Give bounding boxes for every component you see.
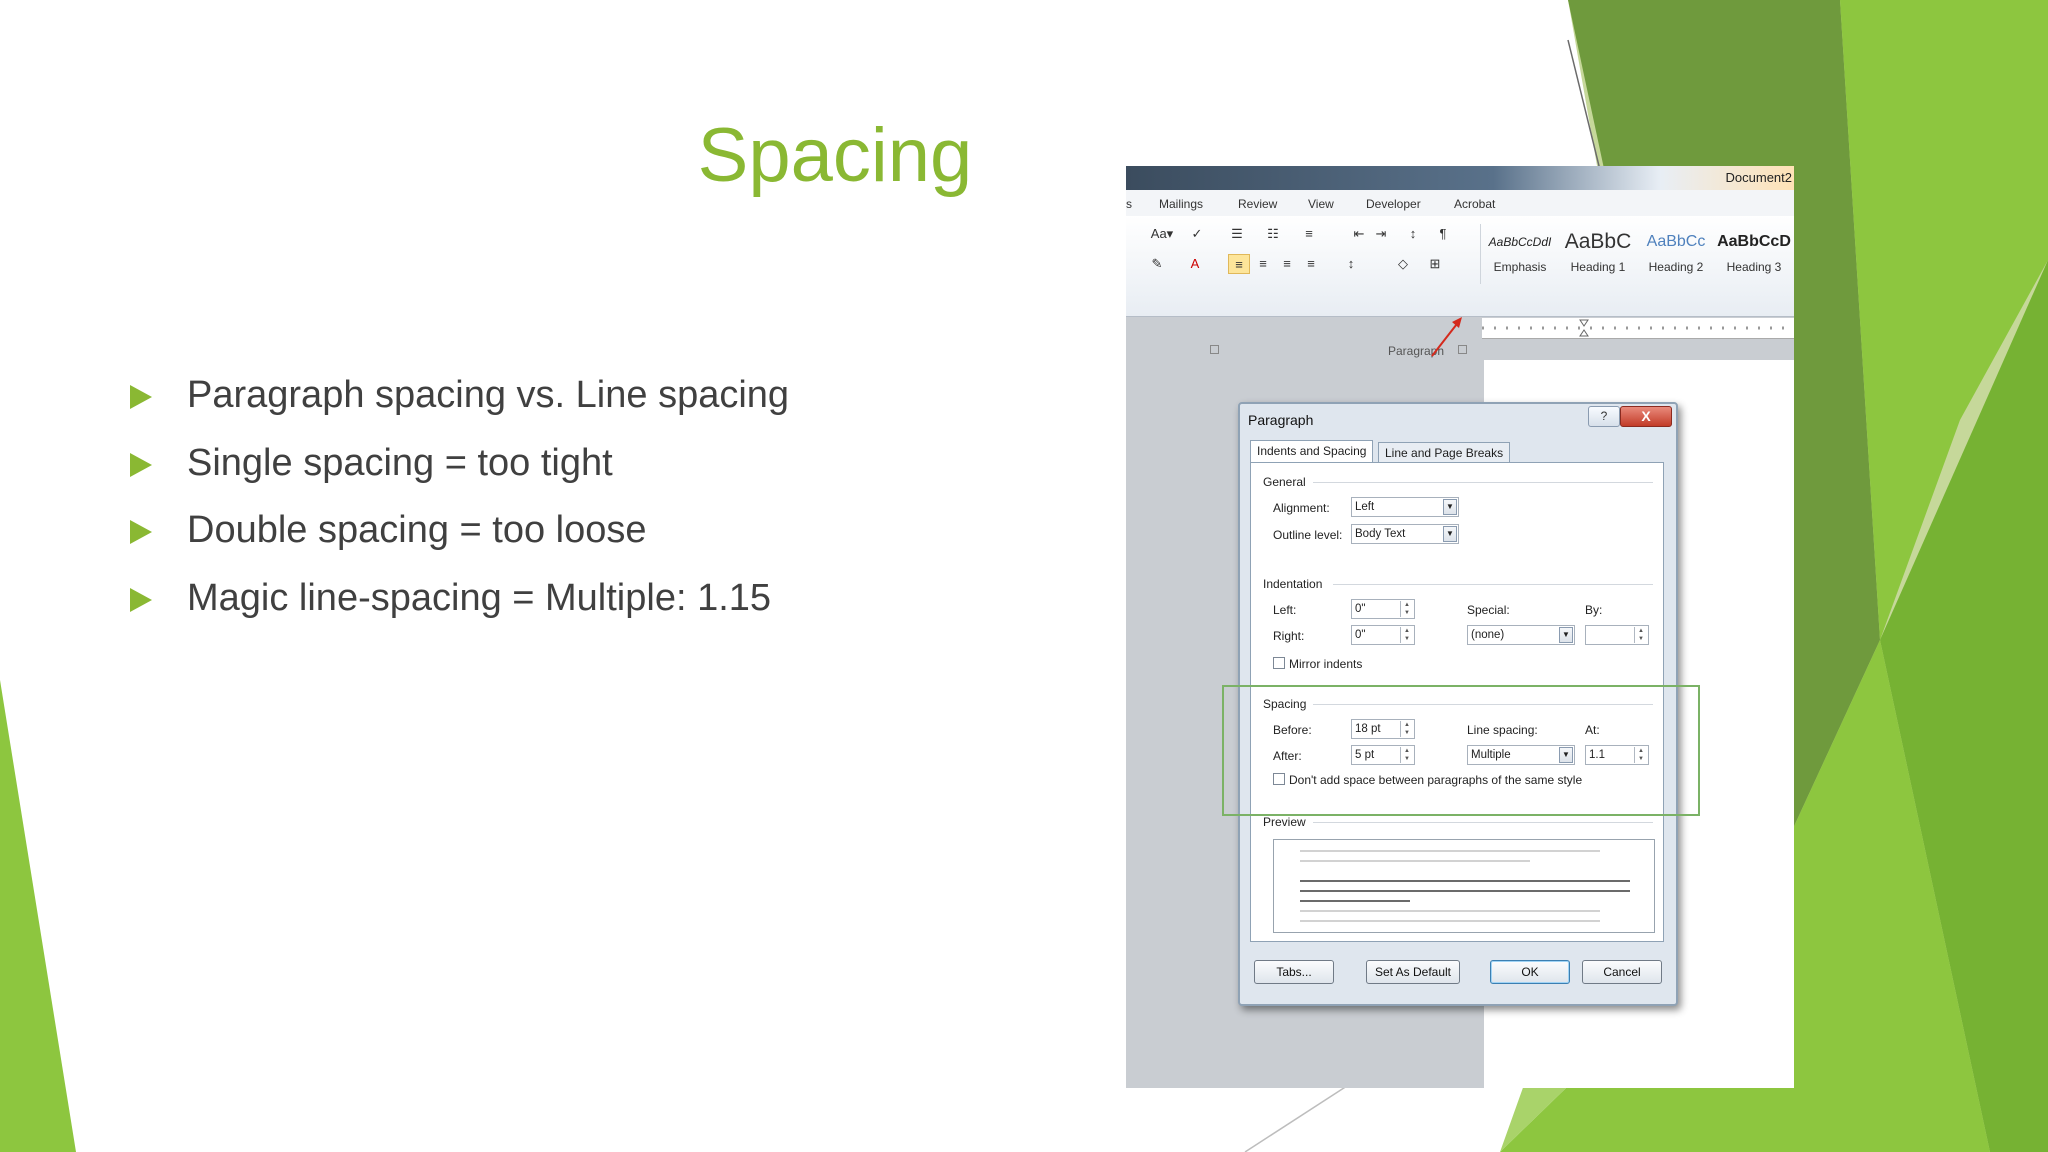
close-icon[interactable]: X <box>1620 406 1672 427</box>
slide-title: Spacing <box>697 113 973 198</box>
spacing-highlight-box <box>1222 685 1700 816</box>
preview-line <box>1300 850 1600 852</box>
section-divider <box>1313 482 1653 483</box>
bullet-item: Paragraph spacing vs. Line spacing <box>130 368 789 436</box>
right-indent-value: 0" <box>1355 629 1366 641</box>
spinner-icon[interactable]: ▲ ▼ <box>1634 627 1647 643</box>
bullet-item: Magic line-spacing = Multiple: 1.15 <box>130 571 789 639</box>
tab-indents-and-spacing[interactable]: Indents and Spacing <box>1250 440 1374 463</box>
facet-edge-line-bottom <box>1244 1083 1351 1152</box>
right-indent-label: Right: <box>1273 629 1305 643</box>
general-heading: General <box>1263 475 1306 489</box>
cancel-button[interactable]: Cancel <box>1582 960 1662 984</box>
triangle-bullet-icon <box>130 452 152 477</box>
by-label: By: <box>1585 603 1603 617</box>
special-select[interactable]: (none) ▼ <box>1467 625 1575 645</box>
dialog-title: Paragraph <box>1248 412 1314 428</box>
special-value: (none) <box>1471 629 1505 641</box>
ok-button[interactable]: OK <box>1490 960 1570 984</box>
mirror-indents-checkbox[interactable] <box>1273 657 1285 669</box>
alignment-label: Alignment: <box>1273 501 1330 515</box>
bullet-list: Paragraph spacing vs. Line spacing Singl… <box>130 368 789 638</box>
spinner-icon[interactable]: ▲ ▼ <box>1400 601 1413 617</box>
mirror-indents-label: Mirror indents <box>1289 657 1363 671</box>
slide: Spacing Paragraph spacing vs. Line spaci… <box>0 0 2048 1152</box>
set-as-default-button[interactable]: Set As Default <box>1366 960 1460 984</box>
by-input[interactable]: ▲ ▼ <box>1585 625 1649 645</box>
facet-left <box>0 680 76 1152</box>
outline-level-label: Outline level: <box>1273 528 1343 542</box>
bullet-text: Single spacing = too tight <box>187 441 613 484</box>
left-indent-value: 0" <box>1355 603 1366 615</box>
outline-level-value: Body Text <box>1355 528 1406 540</box>
section-divider <box>1333 584 1653 585</box>
triangle-bullet-icon <box>130 587 152 612</box>
chevron-down-icon[interactable]: ▼ <box>1443 526 1457 542</box>
bullet-text: Paragraph spacing vs. Line spacing <box>187 374 790 416</box>
right-indent-input[interactable]: 0" ▲ ▼ <box>1351 625 1415 645</box>
preview-line <box>1300 900 1410 902</box>
preview-heading: Preview <box>1263 815 1306 829</box>
indentation-heading: Indentation <box>1263 577 1323 591</box>
chevron-down-icon[interactable]: ▼ <box>1443 499 1457 515</box>
triangle-bullet-icon <box>130 385 152 409</box>
word-screenshot: Document2 s Mailings Review View Develop… <box>1126 166 1794 1088</box>
alignment-value: Left <box>1355 501 1375 513</box>
tab-line-and-page-breaks[interactable]: Line and Page Breaks <box>1378 442 1511 463</box>
preview-box <box>1273 839 1655 933</box>
tabs-button[interactable]: Tabs... <box>1254 960 1334 984</box>
left-indent-label: Left: <box>1273 603 1297 617</box>
bullet-item: Single spacing = too tight <box>130 436 789 504</box>
preview-line <box>1300 860 1530 862</box>
bullet-item: Double spacing = too loose <box>130 503 789 571</box>
spinner-icon[interactable]: ▲ ▼ <box>1400 627 1413 643</box>
preview-line <box>1300 890 1630 892</box>
preview-line <box>1300 910 1600 912</box>
left-indent-input[interactable]: 0" ▲ ▼ <box>1351 599 1415 619</box>
preview-line <box>1300 920 1600 922</box>
bullet-text: Magic line-spacing = Multiple: 1.15 <box>187 576 772 619</box>
chevron-down-icon[interactable]: ▼ <box>1559 627 1573 643</box>
help-icon[interactable]: ? <box>1588 406 1620 427</box>
outline-level-select[interactable]: Body Text ▼ <box>1351 524 1459 544</box>
alignment-select[interactable]: Left ▼ <box>1351 497 1459 517</box>
bullet-text: Double spacing = too loose <box>187 509 647 551</box>
preview-line <box>1300 880 1630 882</box>
section-divider <box>1313 822 1653 823</box>
special-label: Special: <box>1467 603 1510 617</box>
triangle-bullet-icon <box>130 520 152 544</box>
